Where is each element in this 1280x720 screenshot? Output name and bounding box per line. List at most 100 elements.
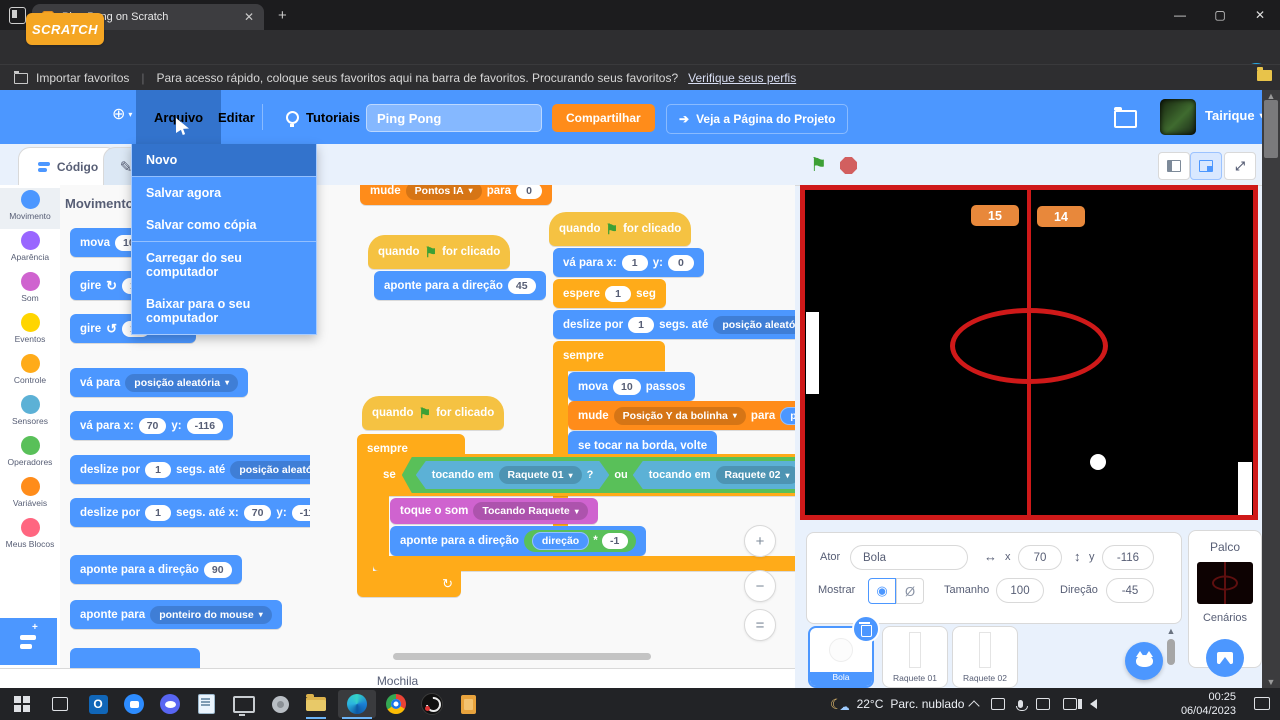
- task-view-button[interactable]: [44, 688, 76, 720]
- account-menu[interactable]: Tairique▾: [1205, 108, 1264, 123]
- zoom-out-button[interactable]: −: [744, 570, 776, 602]
- category-meus-blocos[interactable]: Meus Blocos: [0, 516, 60, 557]
- scroll-up-arrow[interactable]: ▲: [1166, 626, 1176, 636]
- scratch-logo[interactable]: SCRATCH: [26, 13, 104, 45]
- category-controle[interactable]: Controle: [0, 352, 60, 393]
- green-flag-button[interactable]: ⚑: [810, 154, 827, 177]
- script-espere-1-seg[interactable]: espere 1 seg: [553, 279, 666, 308]
- close-button[interactable]: ✕: [1240, 0, 1280, 30]
- block-aponte-mouse[interactable]: aponte para ponteiro do mouse: [70, 600, 282, 629]
- stage-panel[interactable]: Palco Cenários: [1188, 530, 1262, 677]
- taskbar-outlook[interactable]: O: [82, 688, 114, 720]
- show-sprite-button[interactable]: ◉: [868, 578, 896, 604]
- script-va-para-1-0[interactable]: vá para x: 1 y: 0: [553, 248, 704, 277]
- score-watcher-left[interactable]: 15: [971, 205, 1019, 226]
- backdrop-thumbnail[interactable]: [1197, 562, 1253, 604]
- verify-profiles-link[interactable]: Verifique seus perfis: [688, 71, 796, 85]
- script-hat-quando-clicado-2[interactable]: quando ⚑ for clicado: [549, 212, 692, 246]
- project-page-button[interactable]: ➔ Veja a Página do Projeto: [666, 104, 849, 134]
- sprite-raquete-02[interactable]: [1238, 462, 1252, 515]
- add-sprite-button[interactable]: [1125, 642, 1163, 680]
- script-sempre-loop[interactable]: sempre: [553, 341, 665, 371]
- menu-item-baixar[interactable]: Baixar para o seu computador: [132, 288, 316, 334]
- block-deslize-aleatoria[interactable]: deslize por1segs. atéposição aleatória: [70, 455, 310, 484]
- category-operadores[interactable]: Operadores: [0, 434, 60, 475]
- script-hat-quando-clicado[interactable]: quando ⚑ for clicado: [368, 235, 511, 269]
- zoom-reset-button[interactable]: =: [744, 609, 776, 641]
- import-favorites-label[interactable]: Importar favoritos: [36, 71, 129, 85]
- menu-item-salvar-copia[interactable]: Salvar como cópia: [132, 209, 316, 241]
- other-favorites-folder-icon[interactable]: [1257, 67, 1272, 81]
- block-aponte-direcao[interactable]: aponte para a direção 90: [70, 555, 242, 584]
- taskbar-discord[interactable]: [154, 688, 186, 720]
- hidden-icons-chevron[interactable]: [968, 699, 980, 712]
- minimize-button[interactable]: —: [1160, 0, 1200, 30]
- start-button[interactable]: [6, 688, 38, 720]
- tab-close-icon[interactable]: ✕: [244, 10, 254, 24]
- add-backdrop-button[interactable]: [1206, 639, 1244, 677]
- sprite-card-raquete-02[interactable]: Raquete 02: [952, 626, 1018, 688]
- category-eventos[interactable]: Eventos: [0, 311, 60, 352]
- script-aponte-45[interactable]: aponte para a direção 45: [374, 271, 546, 300]
- backpack-bar[interactable]: Mochila: [0, 668, 795, 688]
- script-horizontal-scrollbar[interactable]: [393, 653, 651, 660]
- block-va-para-xy[interactable]: vá para x: 70 y: -116: [70, 411, 234, 440]
- sprite-list-scrollbar[interactable]: ▲: [1166, 626, 1176, 684]
- volume-icon[interactable]: [1078, 699, 1097, 709]
- script-mude-posicao-y[interactable]: mudePosição Y da bolinhaparaposição y: [568, 401, 795, 430]
- category-sensores[interactable]: Sensores: [0, 393, 60, 434]
- taskbar-zoom[interactable]: [118, 688, 150, 720]
- stage[interactable]: 15 14: [800, 185, 1258, 520]
- microphone-icon[interactable]: [1015, 700, 1028, 711]
- block-va-para[interactable]: vá para posição aleatória: [70, 368, 249, 397]
- menu-item-carregar[interactable]: Carregar do seu computador: [132, 242, 316, 288]
- normal-stage-button[interactable]: [1190, 152, 1222, 180]
- category-variaveis[interactable]: Variáveis: [0, 475, 60, 516]
- tray-pen-icon[interactable]: [1036, 698, 1050, 710]
- x-input[interactable]: 70: [1018, 545, 1062, 570]
- user-avatar[interactable]: [1160, 99, 1196, 135]
- sprite-name-input[interactable]: Bola: [850, 545, 968, 570]
- taskbar-weather[interactable]: ☾ ☁ 22°C Parc. nublado: [830, 688, 964, 720]
- tamanho-input[interactable]: 100: [996, 578, 1044, 603]
- sprite-card-raquete-01[interactable]: Raquete 01: [882, 626, 948, 688]
- block-deslize-xy[interactable]: deslize por1segs. até x:70y:-116: [70, 498, 310, 527]
- menu-item-novo[interactable]: Novo: [132, 144, 316, 176]
- page-scrollbar[interactable]: ▲ ▼: [1262, 90, 1280, 688]
- project-name-input[interactable]: Ping Pong: [366, 104, 542, 132]
- menu-tutoriais[interactable]: Tutoriais: [268, 90, 378, 144]
- taskbar-orange-app[interactable]: [452, 688, 484, 720]
- script-mova-10[interactable]: mova 10 passos: [568, 372, 696, 401]
- taskbar-edge[interactable]: [338, 688, 376, 720]
- sprite-bola[interactable]: [1090, 454, 1106, 470]
- add-extension-button[interactable]: [0, 618, 57, 665]
- category-movimento[interactable]: Movimento: [0, 188, 60, 229]
- tab-workspaces-icon[interactable]: [9, 7, 26, 24]
- script-area[interactable]: mudePontos IApara0 quando⚑for clicado ap…: [310, 185, 795, 668]
- network-icon[interactable]: [1063, 698, 1077, 710]
- taskbar-chrome[interactable]: [380, 688, 412, 720]
- script-deslize-aleatoria[interactable]: deslize por1segs. atéposição aleatória: [553, 310, 795, 339]
- y-input[interactable]: -116: [1102, 545, 1154, 570]
- zoom-in-button[interactable]: +: [744, 525, 776, 557]
- new-tab-button[interactable]: +: [278, 7, 287, 24]
- direcao-input[interactable]: -45: [1106, 578, 1154, 603]
- category-aparencia[interactable]: Aparência: [0, 229, 60, 270]
- menu-item-salvar-agora[interactable]: Salvar agora: [132, 177, 316, 209]
- notification-center-icon[interactable]: [1254, 697, 1270, 710]
- share-button[interactable]: Compartilhar: [552, 104, 655, 132]
- taskbar-notepad[interactable]: [190, 688, 222, 720]
- maximize-button[interactable]: ▢: [1200, 0, 1240, 30]
- small-stage-button[interactable]: [1158, 152, 1190, 180]
- my-stuff-folder-icon[interactable]: [1114, 107, 1137, 128]
- taskbar-speaker-app[interactable]: [264, 688, 296, 720]
- sprite-raquete-01[interactable]: [806, 312, 819, 394]
- script-mude-pontos-ia[interactable]: mudePontos IApara0: [360, 185, 552, 205]
- scrollbar-down-icon[interactable]: ▼: [1262, 677, 1280, 687]
- hide-sprite-button[interactable]: Ø: [896, 578, 924, 604]
- taskbar-monitor[interactable]: [228, 688, 260, 720]
- taskbar-obs[interactable]: [416, 688, 448, 720]
- category-som[interactable]: Som: [0, 270, 60, 311]
- block-partial[interactable]: [70, 648, 200, 668]
- tray-device-icon[interactable]: [991, 698, 1005, 710]
